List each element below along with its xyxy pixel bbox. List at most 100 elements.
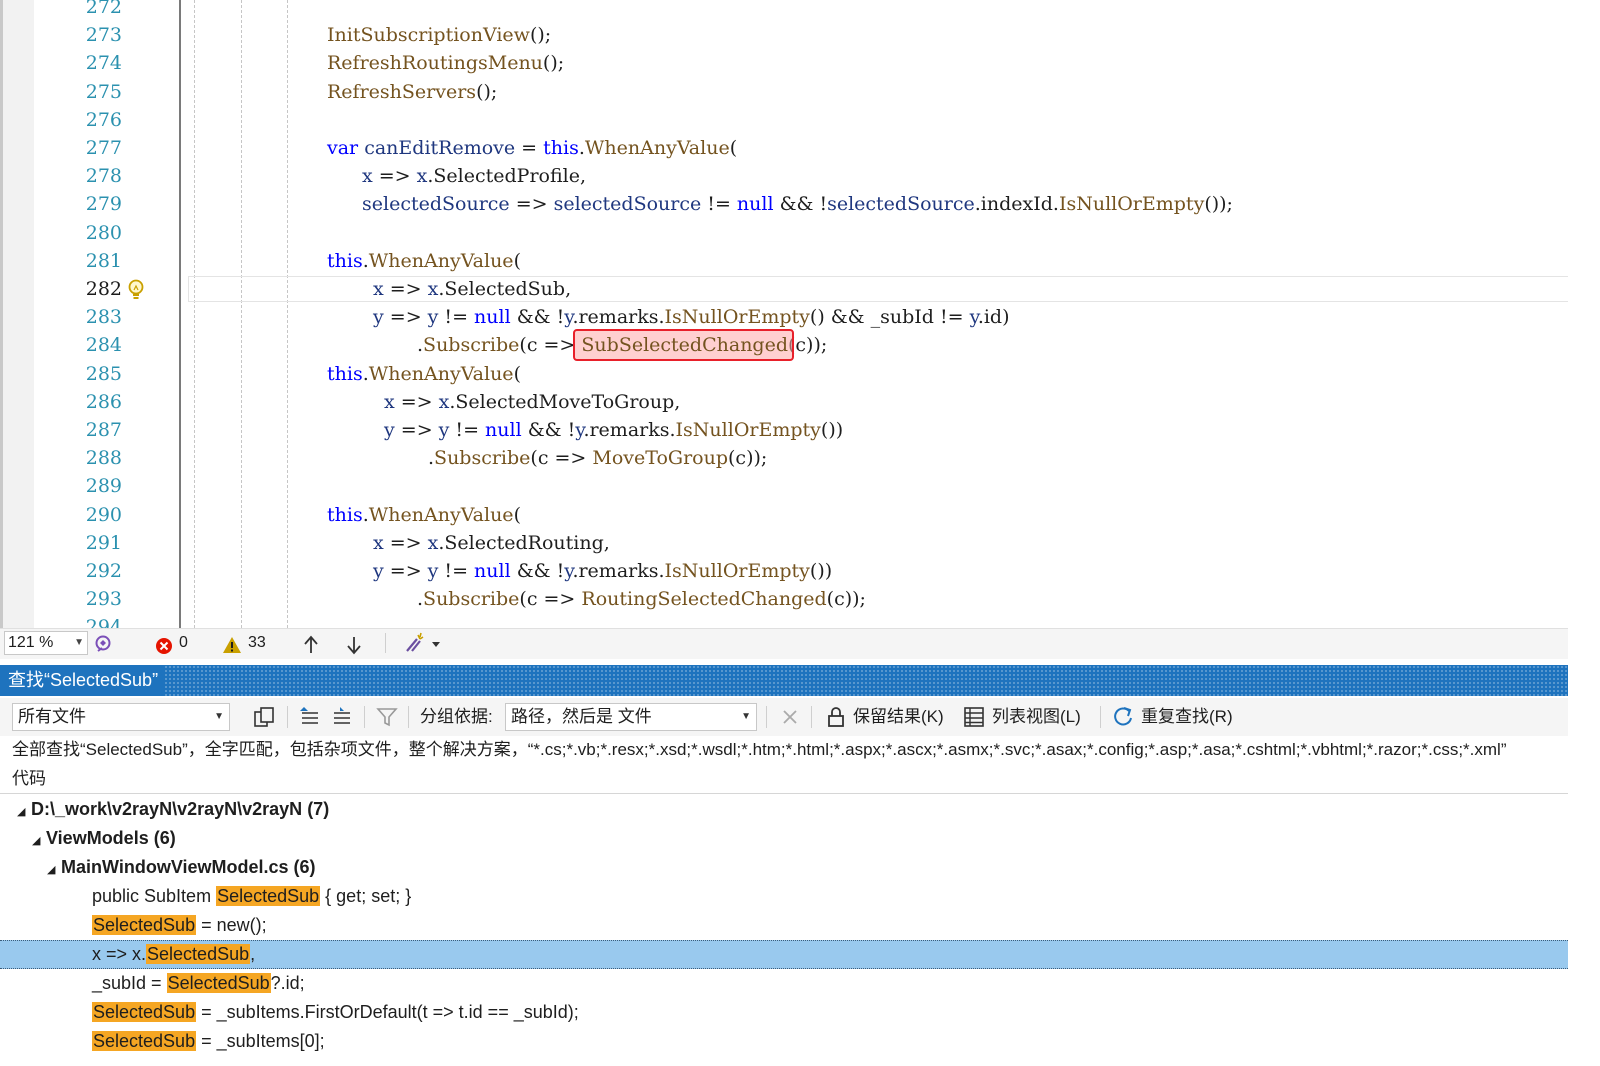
code-token: (c => [530, 447, 593, 470]
code-line[interactable]: 284 .Subscribe(c => SubSelectedChanged(c)… [0, 329, 1568, 362]
intellicode-icon[interactable] [92, 632, 114, 656]
line-number: 289 [85, 475, 122, 498]
result-row[interactable]: SelectedSub = _subItems[0]; [0, 1027, 1568, 1056]
lightbulb-icon[interactable] [126, 279, 146, 301]
code-line[interactable]: 274 RefreshRoutingsMenu(); [0, 49, 1568, 77]
arrow-up-icon[interactable] [302, 633, 320, 657]
code-line[interactable]: 272 [0, 0, 1568, 21]
code-token: IsNullOrEmpty [1058, 193, 1205, 216]
code-line[interactable]: 288 .Subscribe(c => MoveToGroup(c)); [0, 444, 1568, 472]
result-row[interactable]: public SubItem SelectedSub { get; set; } [0, 882, 1568, 911]
code-token: => [394, 390, 439, 413]
line-number: 286 [85, 390, 122, 413]
refresh-icon[interactable] [1111, 705, 1135, 729]
result-row[interactable]: SelectedSub = _subItems.FirstOrDefault(t… [0, 998, 1568, 1027]
tree-node-path[interactable]: ◢ D:\_work\v2rayN\v2rayN\v2rayN (7) [0, 795, 1568, 824]
code-cleanup-icon[interactable] [404, 631, 444, 655]
code-line[interactable]: 292 y => y != null && !y.remarks.IsNullOr… [0, 557, 1568, 585]
code-text: RefreshRoutingsMenu(); [327, 49, 564, 77]
list-view-button[interactable]: 列表视图(L) [992, 698, 1081, 736]
find-results-title: 查找“SelectedSub” [0, 665, 165, 696]
zoom-level-combo[interactable]: 121 % ▼ [4, 631, 88, 655]
error-icon[interactable] [155, 634, 173, 658]
expand-triangle-icon[interactable]: ◢ [47, 856, 61, 885]
code-line[interactable]: 291 x => x.SelectedRouting, [0, 529, 1568, 557]
expand-triangle-icon[interactable]: ◢ [17, 798, 31, 827]
line-number: 282 [85, 278, 122, 300]
result-suffix: ?.id; [270, 973, 305, 993]
line-number: 280 [85, 221, 122, 244]
scope-combo[interactable]: 所有文件 ▼ [12, 703, 230, 731]
code-line[interactable]: 289 [0, 472, 1568, 500]
code-token: => [383, 531, 428, 554]
copy-icon[interactable] [252, 705, 276, 729]
code-line[interactable]: 290 this.WhenAnyValue( [0, 501, 1568, 529]
find-results-titlebar[interactable]: 查找“SelectedSub” [0, 665, 1568, 696]
warning-icon[interactable] [222, 633, 242, 657]
line-number: 288 [85, 447, 122, 470]
code-token: () && _subId != [809, 306, 970, 329]
code-token: this [327, 249, 363, 272]
tree-node-file[interactable]: ◢ MainWindowViewModel.cs (6) [0, 853, 1568, 882]
code-line[interactable]: 285 this.WhenAnyValue( [0, 360, 1568, 388]
code-line[interactable]: 278 x => x.SelectedProfile, [0, 162, 1568, 190]
expand-triangle-icon[interactable]: ◢ [32, 827, 46, 856]
code-token: this [327, 362, 363, 385]
code-line[interactable]: 293 .Subscribe(c => RoutingSelectedChange… [0, 585, 1568, 613]
code-token: this [543, 137, 579, 159]
code-token: y [427, 306, 439, 329]
error-count[interactable]: 0 [179, 631, 188, 655]
code-token: selectedSource [827, 193, 975, 216]
code-token: Subscribe [423, 588, 520, 611]
list-view-icon[interactable] [962, 705, 986, 729]
code-token: .id) [977, 306, 1010, 329]
code-token: != [449, 419, 486, 441]
warning-count[interactable]: 33 [248, 631, 266, 655]
code-token: (); [529, 24, 552, 47]
toolbar-separator [1100, 706, 1101, 728]
code-line[interactable]: 277 var canEditRemove = this.WhenAnyValue… [0, 134, 1568, 162]
previous-result-icon[interactable] [298, 705, 322, 729]
lock-icon[interactable] [824, 705, 848, 729]
code-line[interactable]: 280 [0, 219, 1568, 247]
code-line[interactable]: 279 selectedSource => selectedSource != n… [0, 190, 1568, 218]
folder-label: ViewModels [46, 828, 149, 848]
code-token: RoutingSelectedChanged [581, 588, 827, 611]
code-text: x => x.SelectedMoveToGroup, [384, 388, 680, 416]
code-line[interactable]: 286 x => x.SelectedMoveToGroup, [0, 388, 1568, 416]
code-line[interactable]: 287 y => y != null && !y.remarks.IsNullOr… [0, 416, 1568, 444]
find-summary: 全部查找“SelectedSub”，全字匹配，包括杂项文件，整个解决方案，“*.… [12, 740, 1507, 759]
line-number: 292 [85, 560, 122, 582]
line-number: 276 [85, 108, 122, 131]
code-line[interactable]: 294 [0, 613, 1568, 628]
tree-node-folder[interactable]: ◢ ViewModels (6) [0, 824, 1568, 853]
match-highlight: SelectedSub [146, 944, 251, 964]
filter-icon[interactable] [375, 705, 399, 729]
result-row[interactable]: SelectedSub = new(); [0, 911, 1568, 940]
arrow-down-icon[interactable] [345, 633, 363, 657]
code-token: y [969, 306, 978, 329]
result-row[interactable]: _subId = SelectedSub?.id; [0, 969, 1568, 998]
code-token: RefreshServers [327, 80, 477, 103]
code-text: RefreshServers(); [327, 78, 497, 106]
code-line[interactable]: 273 InitSubscriptionView(); [0, 21, 1568, 49]
code-line[interactable]: 281 this.WhenAnyValue( [0, 247, 1568, 275]
result-suffix: = _subItems.FirstOrDefault(t => t.id == … [196, 1002, 579, 1022]
code-line[interactable]: 276 [0, 106, 1568, 134]
code-line[interactable]: 275 RefreshServers(); [0, 78, 1568, 106]
code-editor[interactable]: 272 273 InitSubscriptionView(); 274 RefreshR… [0, 0, 1568, 628]
line-number: 279 [85, 193, 122, 216]
group-by-combo[interactable]: 路径，然后是 文件 ▼ [505, 703, 757, 731]
repeat-find-button[interactable]: 重复查找(R) [1141, 698, 1233, 736]
code-line[interactable]: 282 x => x.SelectedSub, [0, 275, 1568, 303]
clear-icon[interactable] [778, 705, 802, 729]
code-token: (c)); [728, 447, 768, 470]
next-result-icon[interactable] [330, 705, 354, 729]
result-row[interactable]: x => x.SelectedSub, [0, 940, 1568, 969]
code-token: WhenAnyValue [368, 249, 514, 272]
code-token: x [416, 165, 428, 188]
keep-results-button[interactable]: 保留结果(K) [853, 698, 944, 736]
highlighted-token: SubSelectedChanged [573, 329, 794, 362]
code-line[interactable]: 283 y => y != null && ! y .remarks.IsNullOr… [0, 303, 1568, 331]
code-token: var [327, 137, 359, 159]
